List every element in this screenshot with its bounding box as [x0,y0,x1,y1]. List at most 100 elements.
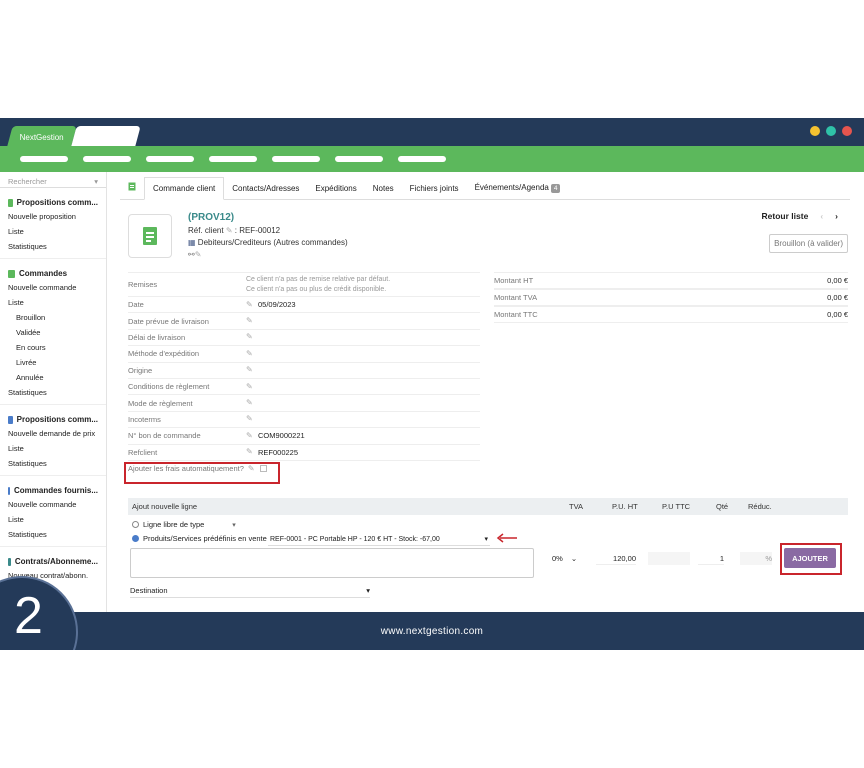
chevron-down-icon: ▾ [366,586,370,595]
sidebar-subitem[interactable]: Annulée [0,370,106,385]
menu-item-placeholder[interactable] [272,156,320,162]
predef-radio[interactable] [132,535,139,542]
qte-input[interactable]: 1 [698,552,724,565]
sidebar-item[interactable]: Liste [0,295,106,310]
sidebar-section-title[interactable]: Propositions comm... [0,411,106,426]
sidebar-item[interactable]: Liste [0,512,106,527]
menu-item-placeholder[interactable] [20,156,68,162]
puht-input[interactable]: 120,00 [596,552,636,565]
sidebar-subitem[interactable]: En cours [0,340,106,355]
tab-contacts[interactable]: Contacts/Adresses [224,178,307,199]
pencil-icon[interactable]: ✎ [246,415,254,423]
menu-item-placeholder[interactable] [398,156,446,162]
type-select[interactable]: ▾ [232,521,236,529]
tab-document-icon[interactable] [120,176,144,199]
maximize-dot-icon[interactable] [826,126,836,136]
sidebar-section-title[interactable]: Commandes fournis... [0,482,106,497]
tab-fichiers[interactable]: Fichiers joints [402,178,467,199]
field-row: Incoterms ✎ [128,410,480,427]
project-icon[interactable]: ⚯ [188,250,195,259]
sidebar-subitem[interactable]: Validée [0,325,106,340]
tab-evenements[interactable]: Événements/Agenda 4 [467,177,569,199]
project-line: ⚯✎ [188,250,348,259]
chevron-down-icon: ⌄ [570,554,578,563]
sidebar-item[interactable]: Statistiques [0,456,106,471]
sidebar-section-title[interactable]: Propositions comm... [0,194,106,209]
minimize-dot-icon[interactable] [810,126,820,136]
top-menu-bar [0,146,864,172]
menu-item-placeholder[interactable] [146,156,194,162]
col-reduc: Réduc. [748,502,772,511]
sidebar-item[interactable]: Liste [0,441,106,456]
tab-commande-client[interactable]: Commande client [144,177,225,200]
browser-tab-active[interactable]: NextGestion [7,126,77,146]
menu-item-placeholder[interactable] [335,156,383,162]
reduc-input[interactable]: % [740,552,772,565]
sidebar-item[interactable]: Statistiques [0,239,106,254]
tab-notes[interactable]: Notes [365,178,402,199]
puttc-input[interactable] [648,552,690,565]
thirdparty-link[interactable]: Debiteurs/Crediteurs (Autres commandes) [198,238,348,247]
divider [0,258,106,259]
divider [0,546,106,547]
field-value: 05/09/2023 [258,300,296,310]
pencil-icon[interactable]: ✎ [246,366,254,374]
document-icon [8,198,13,207]
thirdparty-line: ▦ Debiteurs/Crediteurs (Autres commandes… [188,238,348,247]
sidebar-section-title[interactable]: Contrats/Abonneme... [0,553,106,568]
pencil-icon[interactable]: ✎ [246,333,254,341]
menu-item-placeholder[interactable] [83,156,131,162]
pencil-icon[interactable]: ✎ [246,300,254,309]
chevron-left-icon[interactable]: ‹ [820,211,823,221]
retour-liste-link[interactable]: Retour liste [762,211,809,221]
sidebar-item[interactable]: Liste [0,224,106,239]
menu-item-placeholder[interactable] [209,156,257,162]
pencil-icon[interactable]: ✎ [246,431,254,440]
sidebar: Rechercher ▾ Propositions comm... Nouvel… [0,172,107,612]
order-doc-icon-box [128,214,172,258]
tva-select[interactable]: 0% ⌄ [552,552,586,565]
app-window: NextGestion Rechercher ▾ Propositions co… [0,118,864,650]
tab-expeditions[interactable]: Expéditions [307,178,364,199]
field-value: REF000225 [258,447,299,457]
field-row: Date ✎ 05/09/2023 [128,296,480,312]
footer-bar: www.nextgestion.com [0,612,864,650]
field-row: Conditions de règlement ✎ [128,377,480,394]
sidebar-item[interactable]: Statistiques [0,385,106,400]
sidebar-item[interactable]: Nouvelle demande de prix [0,426,106,441]
pencil-icon[interactable]: ✎ [246,382,254,391]
tab-bar: Commande client Contacts/Adresses Expédi… [120,176,850,200]
description-textarea[interactable] [130,548,534,578]
main-content: Commande client Contacts/Adresses Expédi… [108,172,864,612]
status-badge: Brouillon (à valider) [769,234,848,253]
pencil-icon[interactable]: ✎ [246,317,254,325]
product-select[interactable]: REF-0001 - PC Portable HP - 120 € HT - S… [268,533,490,546]
browser-tab-inactive[interactable] [71,126,141,146]
field-row: N° bon de commande ✎ COM9000221 [128,427,480,443]
sidebar-section-title[interactable]: Commandes [0,265,106,280]
close-dot-icon[interactable] [842,126,852,136]
col-puht: P.U. HT [612,502,638,511]
pencil-icon[interactable]: ✎ [246,399,254,407]
footer-url[interactable]: www.nextgestion.com [381,626,483,637]
field-row: Méthode d'expédition ✎ [128,345,480,361]
sidebar-subitem[interactable]: Livrée [0,355,106,370]
sidebar-item[interactable]: Nouvelle proposition [0,209,106,224]
sidebar-item[interactable]: Nouvelle commande [0,280,106,295]
free-line-radio[interactable] [132,521,139,528]
amounts-table: Montant HT 0,00 € Montant TVA 0,00 € Monta… [494,272,848,323]
col-tva: TVA [569,502,584,511]
sidebar-section-propositions: Propositions comm... Nouvelle propositio… [0,194,106,254]
reduc-unit: % [765,554,772,563]
sidebar-item[interactable]: Statistiques [0,527,106,542]
pencil-icon[interactable]: ✎ [195,250,202,259]
pencil-icon[interactable]: ✎ [226,226,233,235]
destination-select[interactable]: Destination ▾ [130,586,370,598]
sidebar-subitem[interactable]: Brouillon [0,310,106,325]
search-input[interactable]: Rechercher [8,177,47,186]
chevron-right-icon[interactable]: › [835,211,838,221]
pencil-icon[interactable]: ✎ [246,448,254,456]
sidebar-search[interactable]: Rechercher ▾ [0,172,106,188]
pencil-icon[interactable]: ✎ [246,349,254,358]
sidebar-item[interactable]: Nouvelle commande [0,497,106,512]
